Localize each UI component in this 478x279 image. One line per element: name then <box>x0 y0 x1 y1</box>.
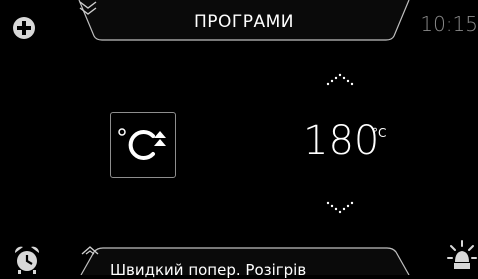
rapid-preheat-icon <box>118 128 166 160</box>
temperature-value[interactable]: 180 <box>303 121 379 161</box>
function-tab[interactable]: Швидкий попер. Розігрів <box>80 244 410 279</box>
double-chevron-down-icon[interactable] <box>78 0 98 16</box>
chevron-up-icon[interactable] <box>80 244 100 256</box>
alarm-clock-icon[interactable] <box>12 244 42 274</box>
chevron-up-icon <box>326 73 354 86</box>
increase-temperature-button[interactable] <box>325 71 355 87</box>
add-button[interactable] <box>12 16 36 40</box>
clock: 10:15 <box>420 12 478 36</box>
page-title: ПРОГРАМИ <box>193 12 295 32</box>
programs-tab[interactable]: ПРОГРАМИ <box>78 0 410 46</box>
decrease-temperature-button[interactable] <box>325 200 355 216</box>
lamp-icon[interactable] <box>447 240 477 274</box>
function-label: Швидкий попер. Розігрів <box>110 261 307 279</box>
program-icon-button[interactable] <box>110 112 176 178</box>
temperature-unit: °C <box>372 126 387 140</box>
plus-circle-icon <box>13 17 35 39</box>
chevron-down-icon <box>326 201 354 214</box>
